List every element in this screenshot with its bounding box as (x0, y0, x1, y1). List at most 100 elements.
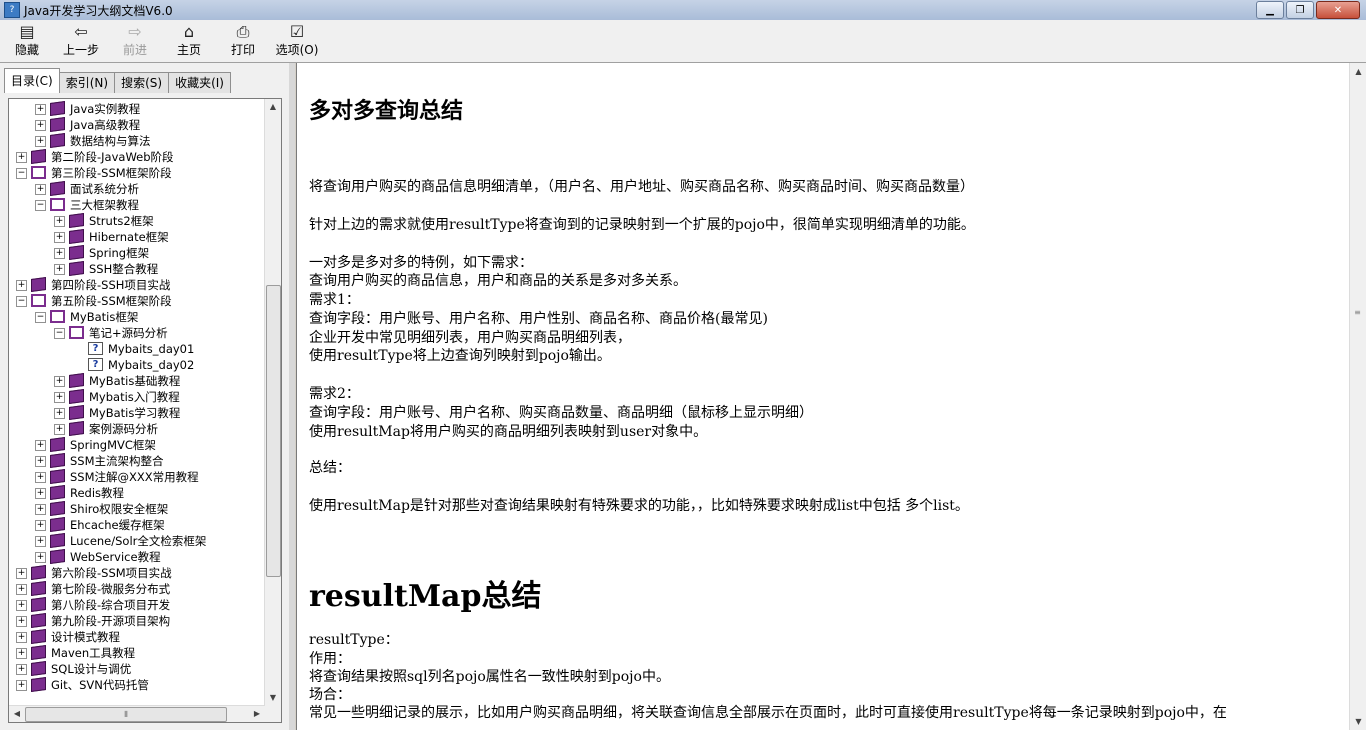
tree-item[interactable]: + 数据结构与算法 (9, 132, 265, 149)
expand-icon[interactable]: + (54, 424, 65, 435)
tree-scroll-thumb[interactable] (266, 285, 281, 577)
toolbar-button-5[interactable]: ☑ 选项(O) (270, 20, 324, 63)
tree-item[interactable]: + SSM主流架构整合 (9, 452, 265, 469)
tree-item[interactable]: + 第四阶段-SSH项目实战 (9, 276, 265, 293)
expand-icon[interactable]: + (16, 648, 27, 659)
expand-icon[interactable]: + (35, 552, 46, 563)
expand-icon[interactable]: + (35, 504, 46, 515)
tree-item[interactable]: + 第七阶段-微服务分布式 (9, 580, 265, 597)
tab-1[interactable]: 索引(N) (58, 72, 116, 93)
tree-item[interactable]: + SQL设计与调优 (9, 660, 265, 677)
minimize-button[interactable]: ▁ (1256, 1, 1284, 19)
tree-item[interactable]: + Struts2框架 (9, 212, 265, 229)
tree-item[interactable]: + 第二阶段-JavaWeb阶段 (9, 148, 265, 165)
expand-icon[interactable]: + (16, 632, 27, 643)
tree-item[interactable]: + Java实例教程 (9, 100, 265, 117)
tree-item[interactable]: + SSM注解@XXX常用教程 (9, 468, 265, 485)
expand-icon[interactable]: + (35, 120, 46, 131)
tree-item[interactable]: + 面试系统分析 (9, 180, 265, 197)
expand-icon[interactable]: + (35, 184, 46, 195)
scroll-right-arrow-icon[interactable]: ▶ (249, 706, 265, 722)
content-vertical-scrollbar[interactable]: ▲ ≡ ▼ (1349, 63, 1366, 730)
expand-icon[interactable]: + (35, 536, 46, 547)
tree-item[interactable]: + SpringMVC框架 (9, 436, 265, 453)
tree-item[interactable]: − MyBatis框架 (9, 309, 265, 325)
expand-icon[interactable]: + (16, 664, 27, 675)
pane-splitter[interactable] (289, 63, 295, 730)
expand-icon[interactable]: + (16, 584, 27, 595)
collapse-icon[interactable]: − (35, 200, 46, 211)
expand-icon[interactable]: + (35, 440, 46, 451)
collapse-icon[interactable]: − (35, 312, 46, 323)
tree-item[interactable]: − 三大框架教程 (9, 197, 265, 213)
content-scroll-up-arrow-icon[interactable]: ▲ (1350, 63, 1366, 80)
tree-item[interactable]: ? Mybaits_day02 (9, 357, 265, 373)
tree-item[interactable]: + Java高级教程 (9, 116, 265, 133)
expand-icon[interactable]: + (16, 600, 27, 611)
toolbar-button-2[interactable]: ⇨ 前进 (108, 20, 162, 63)
tree-item[interactable]: + WebService教程 (9, 548, 265, 565)
tree-item[interactable]: + Redis教程 (9, 484, 265, 501)
tree-vertical-scrollbar[interactable]: ▲ ▼ (264, 99, 281, 706)
tree-item-label: 三大框架教程 (70, 198, 139, 212)
tree-item[interactable]: + 第六阶段-SSM项目实战 (9, 564, 265, 581)
tree-item[interactable]: − 笔记+源码分析 (9, 325, 265, 341)
expand-icon[interactable]: + (16, 680, 27, 691)
content-scroll-grip-icon[interactable]: ≡ (1352, 308, 1363, 318)
close-button[interactable]: ✕ (1316, 1, 1360, 19)
tree-item[interactable]: + 设计模式教程 (9, 628, 265, 645)
expand-icon[interactable]: + (35, 104, 46, 115)
tree-item[interactable]: + MyBatis学习教程 (9, 404, 265, 421)
collapse-icon[interactable]: − (16, 168, 27, 179)
expand-icon[interactable]: + (54, 264, 65, 275)
tree-item[interactable]: + Hibernate框架 (9, 228, 265, 245)
tree-item[interactable]: + Lucene/Solr全文检索框架 (9, 532, 265, 549)
expand-icon[interactable]: + (16, 616, 27, 627)
tree-item[interactable]: + 第九阶段-开源项目架构 (9, 612, 265, 629)
collapse-icon[interactable]: − (54, 328, 65, 339)
expand-icon[interactable]: + (35, 136, 46, 147)
expand-icon[interactable]: + (54, 392, 65, 403)
expand-icon[interactable]: + (16, 568, 27, 579)
expand-icon[interactable]: + (35, 472, 46, 483)
expand-icon[interactable]: + (54, 408, 65, 419)
toolbar-button-1[interactable]: ⇦ 上一步 (54, 20, 108, 63)
tree-horizontal-scrollbar[interactable]: ◀ ⦀ ▶ (9, 705, 265, 722)
tree-item[interactable]: + 第八阶段-综合项目开发 (9, 596, 265, 613)
tab-3[interactable]: 收藏夹(I) (168, 72, 231, 93)
tree-item[interactable]: + Maven工具教程 (9, 644, 265, 661)
toolbar-button-0[interactable]: ▤ 隐藏 (0, 20, 54, 63)
collapse-icon[interactable]: − (16, 296, 27, 307)
expand-icon[interactable]: + (35, 456, 46, 467)
content-scroll-down-arrow-icon[interactable]: ▼ (1350, 713, 1366, 730)
tree-item[interactable]: + 案例源码分析 (9, 420, 265, 437)
toolbar-button-3[interactable]: ⌂ 主页 (162, 20, 216, 63)
scroll-left-arrow-icon[interactable]: ◀ (9, 706, 25, 722)
tree-item[interactable]: + Mybatis入门教程 (9, 388, 265, 405)
maximize-button[interactable]: ❐ (1286, 1, 1314, 19)
expand-icon[interactable]: + (54, 216, 65, 227)
expand-icon[interactable]: + (35, 520, 46, 531)
tab-0[interactable]: 目录(C) (4, 68, 60, 93)
tree-item[interactable]: + SSH整合教程 (9, 260, 265, 277)
tree-item[interactable]: + Shiro权限安全框架 (9, 500, 265, 517)
expand-icon[interactable]: + (54, 248, 65, 259)
tree-item[interactable]: + Spring框架 (9, 244, 265, 261)
tree-item[interactable]: + Ehcache缓存框架 (9, 516, 265, 533)
content-paragraph: 常见一些明细记录的展示，比如用户购买商品明细，将关联查询信息全部展示在页面时，此… (309, 705, 1227, 721)
tab-2[interactable]: 搜索(S) (114, 72, 170, 93)
expand-icon[interactable]: + (16, 152, 27, 163)
tree-item[interactable]: + MyBatis基础教程 (9, 372, 265, 389)
tree-item[interactable]: − 第三阶段-SSM框架阶段 (9, 165, 265, 181)
tree-item[interactable]: ? Mybaits_day01 (9, 341, 265, 357)
expand-icon[interactable]: + (54, 232, 65, 243)
expand-icon[interactable]: + (54, 376, 65, 387)
scroll-up-arrow-icon[interactable]: ▲ (265, 99, 281, 115)
toolbar-button-4[interactable]: ⎙ 打印 (216, 20, 270, 63)
expand-icon[interactable]: + (16, 280, 27, 291)
tree-item[interactable]: + Git、SVN代码托管 (9, 676, 265, 693)
tree-hscroll-thumb[interactable]: ⦀ (25, 707, 227, 722)
tree-item[interactable]: − 第五阶段-SSM框架阶段 (9, 293, 265, 309)
expand-icon[interactable]: + (35, 488, 46, 499)
scroll-down-arrow-icon[interactable]: ▼ (265, 690, 281, 706)
